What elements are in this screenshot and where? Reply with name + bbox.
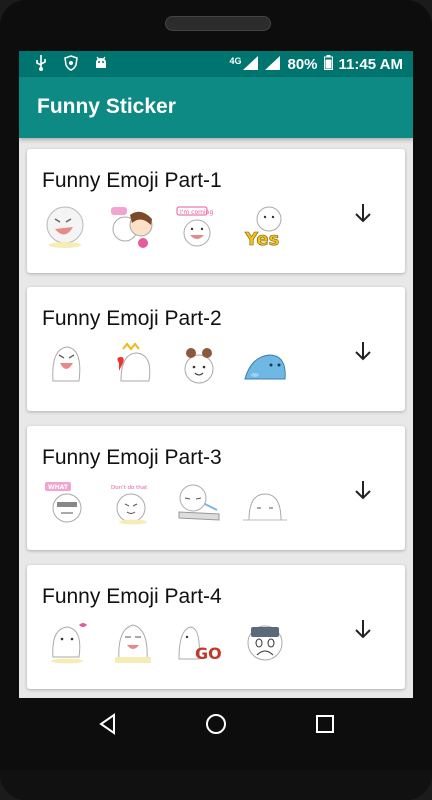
king-heart-sticker: [117, 342, 151, 382]
sticker-previews: I'm coming Yes: [43, 203, 289, 249]
what-ghost-sticker: WHAT: [45, 482, 82, 523]
sticker-pack-card[interactable]: Funny Emoji Part-3 WHAT Don't do that: [27, 426, 405, 550]
im-coming-sticker: I'm coming: [176, 206, 213, 247]
app-title: Funny Sticker: [37, 95, 176, 118]
sticker-previews: WHAT Don't do that: [43, 480, 289, 526]
dancing-ghost-sticker: [51, 623, 87, 664]
signal-icon-2: [265, 55, 281, 74]
recents-icon[interactable]: [311, 710, 339, 738]
sticker-pack-card[interactable]: Funny Emoji Part-2: [27, 287, 405, 411]
peeking-ghost-sticker: [243, 493, 287, 521]
sticker-pack-card[interactable]: Funny Emoji Part-1 I'm coming Yes: [27, 149, 405, 273]
sticker-previews: [43, 341, 289, 387]
scared-ghost-sticker: [247, 625, 283, 661]
shield-icon: [63, 55, 79, 71]
bun-hair-ghost-sticker: [184, 348, 214, 384]
network-type: 4G: [229, 55, 242, 66]
svg-text:Don't do that: Don't do that: [111, 485, 148, 491]
pack-title: Funny Emoji Part-3: [42, 446, 222, 469]
dont-do-that-sticker: Don't do that: [111, 485, 148, 525]
download-icon[interactable]: [351, 201, 375, 225]
status-bar: 4G 80% 11:45 AM: [19, 51, 413, 77]
android-icon: [93, 55, 109, 71]
shouting-ghost-sticker: [52, 346, 81, 382]
download-icon[interactable]: [351, 478, 375, 502]
screen: 4G 80% 11:45 AM Funny Sticker Funny Emoj…: [19, 51, 413, 698]
navigation-bar: [0, 698, 432, 750]
download-icon[interactable]: [351, 339, 375, 363]
back-icon[interactable]: [94, 710, 122, 738]
go-ghost-sticker: GO: [178, 626, 222, 663]
battery-percent: 80%: [287, 56, 318, 73]
blue-blob-sticker: [244, 354, 286, 380]
yes-ghost-sticker: Yes: [244, 206, 282, 249]
svg-text:I'm coming: I'm coming: [180, 209, 213, 216]
bottom-bezel: [0, 770, 432, 800]
crying-desk-sticker: [178, 484, 220, 521]
singing-ghost-sticker: [115, 624, 151, 663]
pack-title: Funny Emoji Part-1: [42, 169, 222, 192]
speaker-grille: [165, 16, 271, 31]
couple-hug-sticker: [111, 207, 153, 248]
pack-title: Funny Emoji Part-2: [42, 307, 222, 330]
signal-icon: [243, 55, 259, 74]
sticker-pack-card[interactable]: Funny Emoji Part-4 GO: [27, 565, 405, 689]
usb-icon: [33, 55, 49, 71]
battery-icon: [323, 55, 333, 74]
download-icon[interactable]: [351, 617, 375, 641]
svg-text:WHAT: WHAT: [48, 484, 69, 491]
laughing-ghost-sticker: [46, 206, 84, 248]
home-icon[interactable]: [202, 710, 230, 738]
phone-frame: 4G 80% 11:45 AM Funny Sticker Funny Emoj…: [0, 0, 432, 800]
svg-text:Yes: Yes: [244, 229, 279, 249]
pack-title: Funny Emoji Part-4: [42, 585, 222, 608]
sticker-previews: GO: [43, 619, 289, 665]
app-bar: Funny Sticker: [19, 77, 413, 138]
svg-text:GO: GO: [195, 644, 222, 663]
clock: 11:45 AM: [338, 56, 403, 73]
